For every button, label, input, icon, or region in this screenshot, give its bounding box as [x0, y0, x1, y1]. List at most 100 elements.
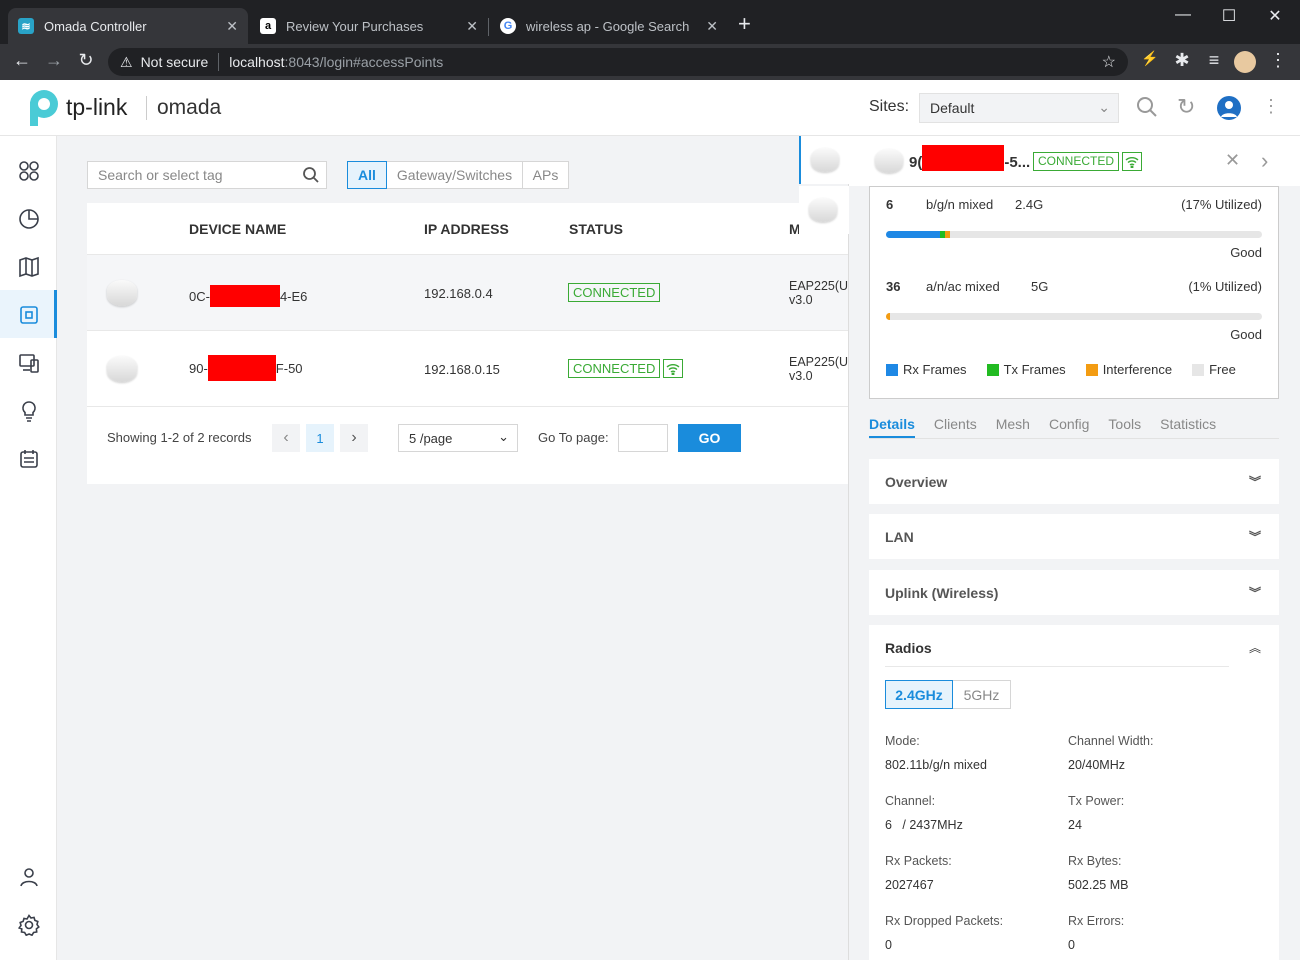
profile-avatar[interactable] [1234, 51, 1256, 73]
rx-frames-fill [886, 231, 940, 238]
bookmark-star-icon[interactable]: ☆ [1102, 52, 1116, 72]
field-value: 0 [1068, 938, 1075, 952]
tab-omada-controller[interactable]: ≋ Omada Controller ✕ [8, 8, 248, 44]
dashboard-icon[interactable] [16, 158, 42, 184]
status-cell: CONNECTED [568, 359, 684, 378]
tab-title: wireless ap - Google Search [526, 18, 690, 34]
device-name-prefix: 90- [189, 360, 208, 376]
url-field[interactable]: ⚠ Not secure localhost:8043/login#access… [108, 48, 1128, 76]
tab-mesh[interactable]: Mesh [996, 416, 1030, 440]
panel-device-thumb-active[interactable] [799, 136, 849, 184]
field-value: 0 [885, 938, 892, 952]
device-name-prefix: 0C- [189, 288, 210, 304]
search-icon[interactable] [1136, 96, 1158, 124]
filter-gateway-switches[interactable]: Gateway/Switches [387, 161, 523, 189]
status-badge: CONNECTED [568, 283, 661, 302]
product-name: omada [157, 96, 222, 119]
tab-config[interactable]: Config [1049, 416, 1089, 440]
tab-tools[interactable]: Tools [1108, 416, 1141, 440]
device-name-cell[interactable]: 0C- 4-E6 [189, 285, 307, 307]
utilization-legend: Rx Frames Tx Frames Interference Free [886, 362, 1236, 377]
device-name-cell[interactable]: 90- F-50 [189, 355, 303, 381]
ap-device-image [107, 280, 137, 306]
back-icon[interactable]: ← [10, 50, 34, 71]
google-icon: G [500, 18, 516, 34]
page-size-select[interactable]: 5 /page ⌄ [398, 424, 518, 452]
next-device-icon[interactable]: › [1261, 148, 1268, 174]
user-avatar-icon[interactable] [1217, 96, 1241, 120]
next-page-button[interactable]: › [340, 424, 368, 452]
column-status[interactable]: STATUS [569, 221, 623, 237]
brand-name: tp-link [66, 94, 128, 120]
warning-icon[interactable]: ⚠ [120, 54, 133, 71]
search-input[interactable]: Search or select tag [87, 161, 327, 189]
radio-band: 2.4G [1015, 197, 1044, 212]
devices-icon[interactable] [16, 302, 42, 328]
section-lan[interactable]: LAN ︾ [869, 514, 1279, 559]
tab-statistics[interactable]: Statistics [1160, 416, 1216, 440]
forward-icon[interactable]: → [42, 50, 66, 71]
maximize-icon[interactable]: ☐ [1206, 6, 1252, 26]
close-tab-icon[interactable]: ✕ [466, 18, 478, 35]
refresh-icon[interactable]: ↻ [1177, 94, 1195, 120]
close-panel-icon[interactable]: ✕ [1225, 150, 1240, 171]
statistics-icon[interactable] [16, 206, 42, 232]
more-menu-icon[interactable]: ⋮ [1262, 96, 1280, 117]
browser-menu-icon[interactable]: ⋮ [1266, 50, 1290, 71]
section-overview[interactable]: Overview ︾ [869, 459, 1279, 504]
tab-review-purchases[interactable]: a Review Your Purchases ✕ [250, 8, 488, 44]
close-tab-icon[interactable]: ✕ [226, 18, 238, 35]
radio-utilized: (1% Utilized) [1188, 279, 1262, 294]
tab-google-search[interactable]: G wireless ap - Google Search ✕ [490, 8, 728, 44]
tab-clients[interactable]: Clients [934, 416, 977, 440]
legend-label: Rx Frames [903, 362, 967, 377]
radio-band: 5G [1031, 279, 1049, 294]
legend-swatch [886, 363, 898, 376]
settings-gear-icon[interactable] [16, 912, 42, 938]
filter-all[interactable]: All [347, 161, 387, 189]
section-uplink-wireless[interactable]: Uplink (Wireless) ︾ [869, 570, 1279, 615]
mesh-wifi-icon [663, 359, 684, 378]
band-tab-2g[interactable]: 2.4GHz [885, 680, 953, 709]
page-number-button[interactable]: 1 [306, 424, 334, 452]
security-label[interactable]: Not secure [141, 54, 209, 70]
table-row[interactable]: 90- F-50 192.168.0.15 CONNECTED EAP225(U … [87, 331, 848, 407]
devices-table: DEVICE NAME IP ADDRESS STATUS M 0C- 4-E6 … [87, 203, 848, 484]
reload-icon[interactable]: ↻ [74, 50, 98, 71]
table-row[interactable]: 0C- 4-E6 192.168.0.4 CONNECTED EAP225(U v… [87, 255, 848, 331]
band-tab-5g[interactable]: 5GHz [953, 680, 1011, 709]
extension-bolt-icon[interactable]: ⚡ [1138, 50, 1162, 67]
minimize-icon[interactable]: — [1160, 6, 1206, 24]
account-icon[interactable] [16, 864, 42, 890]
go-button[interactable]: GO [678, 424, 741, 452]
extensions-puzzle-icon[interactable]: ✱ [1170, 50, 1194, 71]
radio-quality: Good [1230, 327, 1262, 342]
panel-device-thumb[interactable] [799, 186, 849, 234]
tab-details[interactable]: Details [869, 416, 915, 438]
close-tab-icon[interactable]: ✕ [706, 18, 718, 35]
model-cell: EAP225(U [789, 279, 849, 293]
site-value: Default [930, 100, 975, 116]
filter-aps[interactable]: APs [523, 161, 569, 189]
goto-page-input[interactable] [618, 424, 668, 452]
insight-bulb-icon[interactable] [16, 398, 42, 424]
double-chevron-up-icon[interactable]: ︽ [1249, 639, 1261, 656]
new-tab-button[interactable]: + [738, 13, 751, 35]
field-label: Rx Dropped Packets: [885, 914, 1004, 928]
section-title[interactable]: Radios [885, 640, 932, 656]
prev-page-button[interactable]: ‹ [272, 424, 300, 452]
media-queue-icon[interactable]: ≡ [1202, 50, 1226, 71]
ap-device-image [875, 149, 903, 173]
site-select[interactable]: Default ⌄ [919, 93, 1119, 123]
search-icon[interactable] [302, 166, 320, 187]
status-cell: CONNECTED [568, 283, 661, 302]
logs-calendar-icon[interactable] [16, 446, 42, 472]
map-icon[interactable] [16, 254, 42, 280]
clients-icon[interactable] [16, 350, 42, 376]
window-close-icon[interactable]: ✕ [1252, 6, 1298, 26]
redacted-block [207, 355, 276, 381]
column-ip-address[interactable]: IP ADDRESS [424, 221, 509, 237]
section-radios: Radios ︽ 2.4GHz 5GHz Mode: 802.11b/g/n m… [869, 625, 1279, 960]
column-device-name[interactable]: DEVICE NAME [189, 221, 286, 237]
amazon-icon: a [260, 18, 276, 34]
